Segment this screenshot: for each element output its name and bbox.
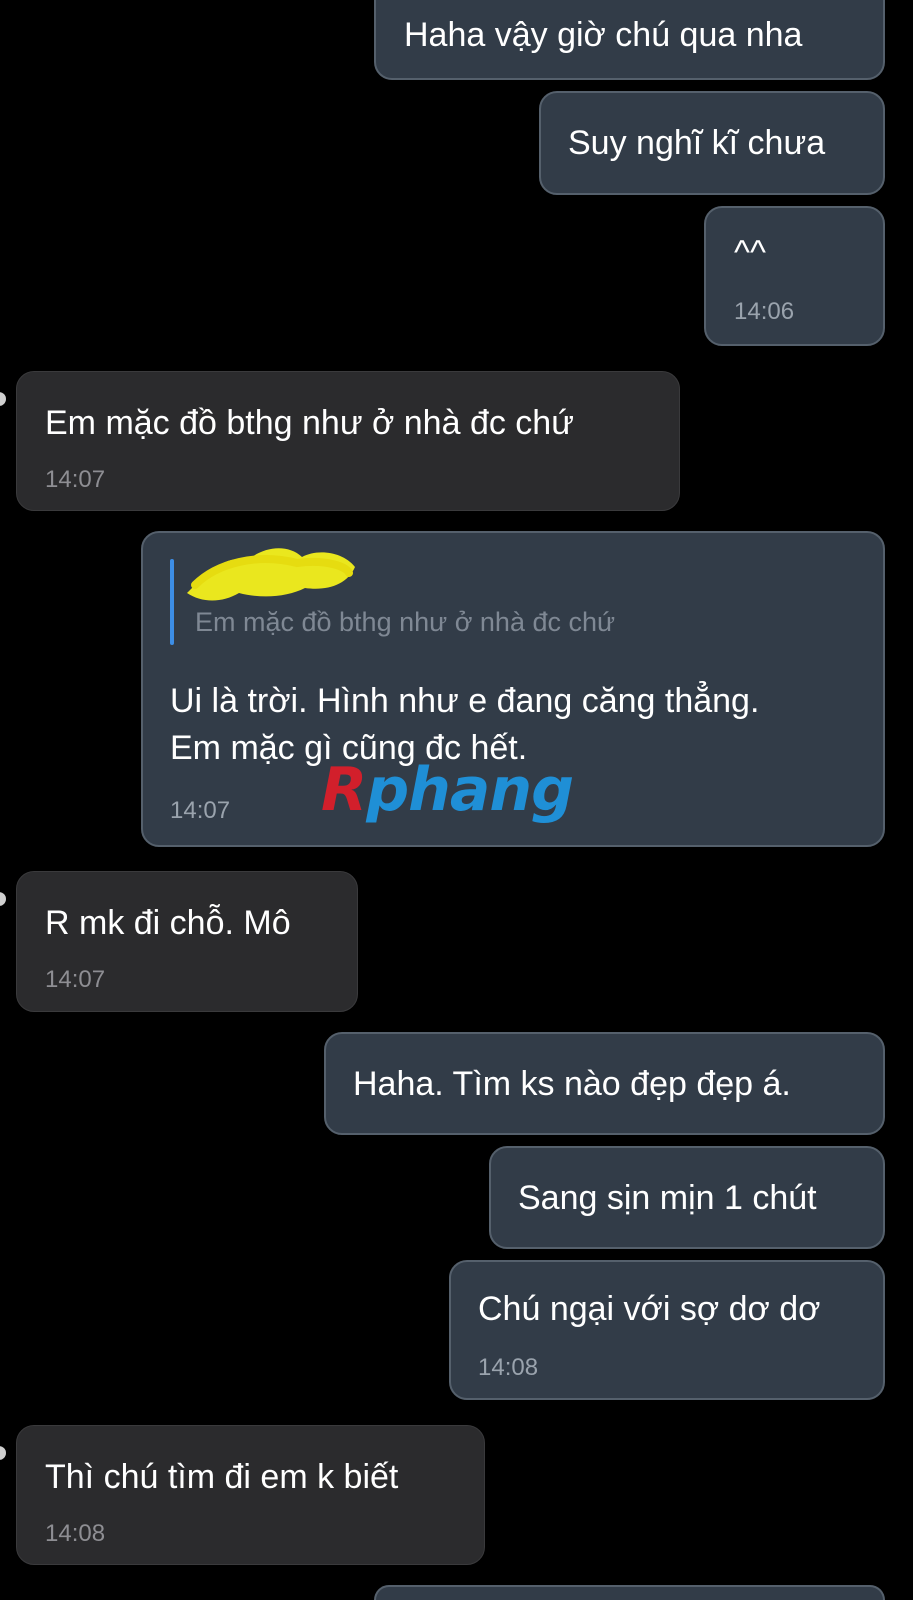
watermark-logo: Rphang [321, 755, 574, 825]
avatar[interactable] [0, 1446, 6, 1460]
outgoing-message-bubble[interactable]: Haha vậy giờ chú qua nha [374, 0, 885, 80]
message-timestamp: 14:07 [45, 466, 106, 493]
message-text: Sang sịn mịn 1 chút [518, 1179, 817, 1217]
message-text: R mk đi chỗ. Mô [45, 904, 291, 942]
outgoing-reply-bubble[interactable]: Em mặc đồ bthg như ở nhà đc chứ Ui là tr… [141, 531, 885, 847]
message-timestamp: 14:07 [45, 966, 106, 993]
incoming-message-bubble[interactable]: R mk đi chỗ. Mô 14:07 [16, 871, 358, 1012]
message-timestamp: 14:06 [734, 298, 795, 325]
reply-quote-bar [170, 559, 174, 645]
message-text: Chú ngại với sợ dơ dơ [478, 1290, 821, 1328]
reply-quote-text: Em mặc đồ bthg như ở nhà đc chứ [195, 607, 616, 637]
redacted-name-scribble [187, 548, 355, 601]
outgoing-message-bubble[interactable]: Chú ngại với sợ dơ dơ 14:08 [449, 1260, 885, 1400]
message-text-line-1: Ui là trời. Hình như e đang căng thẳng. [170, 682, 760, 720]
outgoing-message-bubble[interactable]: Haha. Tìm ks nào đẹp đẹp á. [324, 1032, 885, 1135]
outgoing-message-bubble[interactable]: ^^ 14:06 [704, 206, 885, 346]
message-text: Thì chú tìm đi em k biết [45, 1458, 399, 1496]
avatar[interactable] [0, 892, 6, 906]
incoming-message-bubble[interactable]: Em mặc đồ bthg như ở nhà đc chứ 14:07 [16, 371, 680, 511]
message-timestamp: 14:08 [45, 1520, 106, 1547]
message-timestamp: 14:08 [478, 1354, 539, 1381]
outgoing-message-bubble[interactable]: Suy nghĩ kĩ chưa [539, 91, 885, 195]
outgoing-message-bubble[interactable]: Sang sịn mịn 1 chút [489, 1146, 885, 1249]
message-text: Suy nghĩ kĩ chưa [568, 124, 826, 162]
message-text: Haha. Tìm ks nào đẹp đẹp á. [353, 1065, 791, 1103]
message-timestamp: 14:07 [170, 797, 231, 824]
message-text: ^^ [734, 234, 766, 272]
outgoing-message-bubble-partial[interactable] [374, 1585, 885, 1600]
message-text: Haha vậy giờ chú qua nha [404, 16, 803, 54]
incoming-message-bubble[interactable]: Thì chú tìm đi em k biết 14:08 [16, 1425, 485, 1565]
avatar[interactable] [0, 392, 6, 406]
message-text: Em mặc đồ bthg như ở nhà đc chứ [45, 404, 574, 442]
